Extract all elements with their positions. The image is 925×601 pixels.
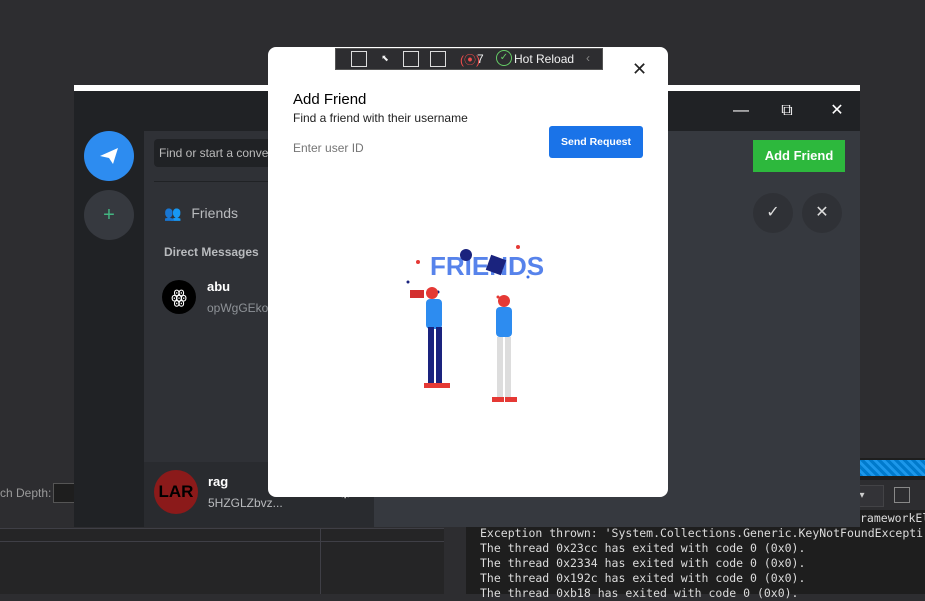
track-focus-icon[interactable] (430, 51, 446, 67)
home-button[interactable] (84, 131, 134, 181)
hot-reload-label[interactable]: Hot Reload (514, 52, 574, 66)
sidebar-divider (154, 181, 284, 182)
current-username: rag (208, 474, 229, 489)
check-icon: ✓ (496, 50, 512, 66)
panel-column-divider (320, 528, 321, 594)
output-line-trail: rameworkEl (860, 511, 925, 525)
friends-label: Friends (191, 205, 239, 221)
dm-user-id: opWgGEko (207, 301, 269, 315)
restore-button[interactable]: ⧉ (764, 91, 810, 131)
direct-messages-heading: Direct Messages (164, 245, 259, 259)
add-friend-dialog: ✕ Add Friend Find a friend with their us… (268, 47, 668, 497)
send-icon (100, 148, 118, 164)
avatar[interactable]: ꙮ (162, 280, 196, 314)
hot-reload-toolbar: ⬉ (⦿) 7 ✓ Hot Reload ‹ (335, 48, 603, 70)
binding-failures-count: 7 (477, 52, 484, 66)
user-id-input[interactable] (293, 139, 513, 157)
output-line: Exception thrown: 'System.Collections.Ge… (480, 526, 924, 540)
people-icon: 👥 (164, 205, 182, 221)
minimize-button[interactable]: — (718, 91, 764, 131)
check-icon: ✓ (766, 204, 780, 221)
search-depth-label: ch Depth: (0, 486, 52, 500)
friends-nav-item[interactable]: 👥 Friends (164, 205, 238, 222)
panel-divider (0, 541, 444, 542)
close-window-button[interactable]: ✕ (814, 91, 860, 131)
output-line: The thread 0x192c has exited with code 0… (480, 571, 806, 585)
panel-tab-stripe (859, 460, 925, 476)
dialog-title: Add Friend (293, 91, 367, 108)
add-server-button[interactable]: + (84, 190, 134, 240)
output-text: rameworkEl Exception thrown: 'System.Coll… (480, 511, 925, 601)
accept-button[interactable]: ✓ (753, 193, 793, 233)
send-request-button[interactable]: Send Request (549, 126, 643, 158)
dm-username[interactable]: abu (207, 279, 230, 294)
display-adorners-icon[interactable] (403, 51, 419, 67)
current-user-id: 5HZGLZbvz... (208, 496, 283, 510)
close-dialog-button[interactable]: ✕ (632, 59, 647, 80)
user-avatar[interactable]: LAR (154, 470, 198, 514)
dialog-subtitle: Find a friend with their username (293, 111, 468, 125)
add-friend-button[interactable]: Add Friend (753, 140, 845, 172)
collapse-chevron-icon[interactable]: ‹ (586, 51, 590, 65)
close-icon: ✕ (815, 204, 829, 221)
clear-output-icon[interactable] (894, 487, 910, 503)
decline-button[interactable]: ✕ (802, 193, 842, 233)
select-element-icon[interactable]: ⬉ (378, 51, 392, 65)
output-line: The thread 0x23cc has exited with code 0… (480, 541, 806, 555)
plus-icon: + (103, 204, 115, 226)
output-line: The thread 0x2334 has exited with code 0… (480, 556, 806, 570)
friends-illustration: FRIENDS (406, 245, 544, 402)
live-visual-tree-icon[interactable] (351, 51, 367, 67)
